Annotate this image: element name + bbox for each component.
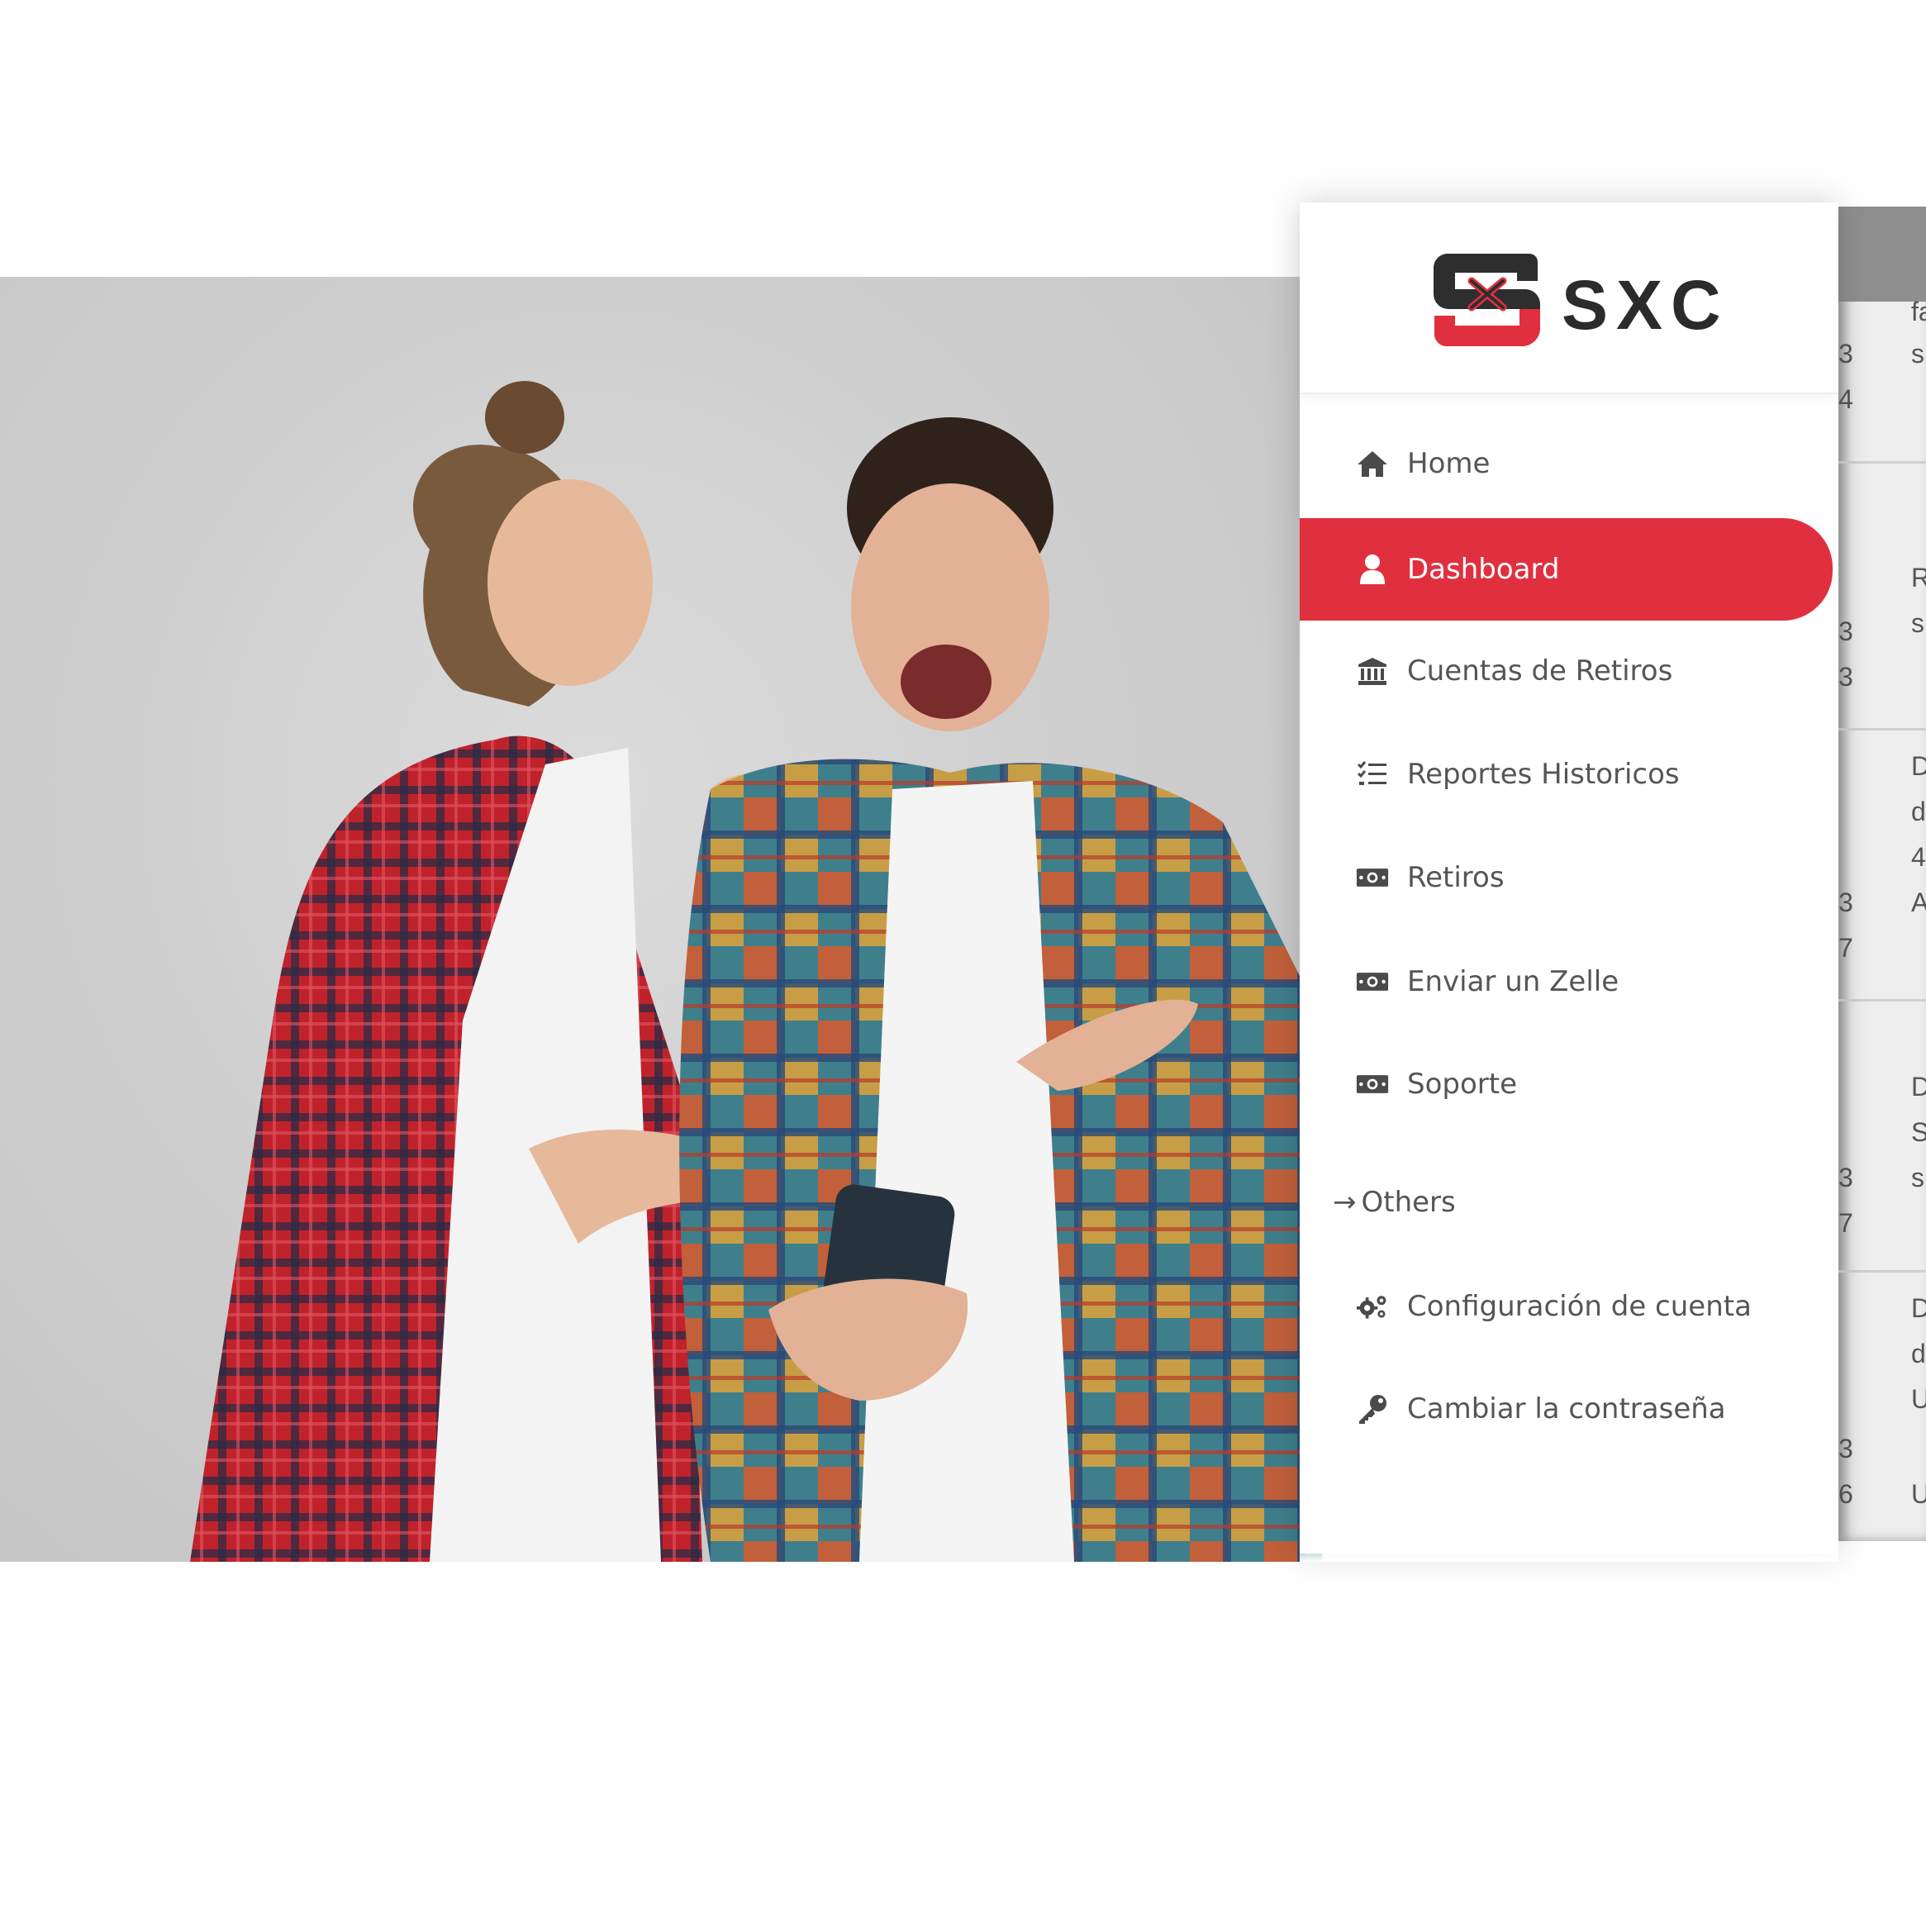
sidebar-item-cuentas-de-retiros[interactable]: Cuentas de Retiros [1300,622,1833,720]
table-cell: U [1911,1479,1926,1509]
home-icon [1356,447,1389,480]
table-cell: 7 [1838,933,1853,963]
table-cell: R [1911,563,1926,592]
sidebar-item-home[interactable]: Home [1300,415,1833,512]
table-cell: 4 [1838,384,1853,414]
key-icon [1356,1392,1389,1425]
sxc-logo-icon [1434,254,1540,346]
arrow-right-icon: → [1333,1186,1357,1219]
table-cell: D [1911,751,1926,781]
table-cell: 3 [1838,1434,1853,1463]
sidebar-item-dashboard[interactable]: Dashboard [1300,518,1833,621]
table-cell: 3 [1838,616,1853,646]
table-row: 3 7 D d 4 A [1838,730,1926,1002]
table-cell: d [1911,797,1926,826]
brand-name: SXC [1562,266,1729,344]
hero-photo [0,277,1322,1562]
table-cell: fa [1911,297,1926,326]
money-icon [1356,965,1389,998]
bank-icon [1356,654,1389,688]
sidebar: SXC Home Dashboard Cuentas de Retiros Re… [1300,202,1838,1541]
table-row: 3 6 D d U U [1838,1273,1926,1541]
table-cell: 3 [1838,1163,1853,1192]
sidebar-item-label: Reportes Historicos [1407,758,1680,791]
sidebar-item-cambiar-contrasena[interactable]: Cambiar la contraseña [1300,1360,1833,1458]
money-icon [1356,861,1389,894]
background-table: 3 4 fa s 3 3 R s 3 7 D d 4 A 3 7 D S s 3… [1838,207,1926,1541]
table-cell: d [1911,1339,1926,1368]
table-cell: U [1911,1384,1926,1414]
sidebar-item-label: Configuración de cuenta [1407,1290,1752,1323]
table-cell: s [1911,339,1924,369]
sidebar-item-label: Retiros [1407,861,1505,894]
table-cell: D [1911,1072,1926,1102]
table-cell: A [1911,887,1926,917]
sidebar-item-label: Cuentas de Retiros [1407,654,1673,688]
table-cell: s [1911,608,1924,638]
sidebar-item-enviar-un-zelle[interactable]: Enviar un Zelle [1300,933,1833,1030]
money-icon [1356,1068,1389,1101]
table-cell: S [1911,1117,1926,1147]
user-icon [1356,553,1389,586]
sidebar-item-label: Enviar un Zelle [1407,965,1619,998]
table-cell: 4 [1911,842,1926,872]
table-cell: 6 [1838,1479,1853,1509]
gears-icon [1356,1290,1389,1323]
people-illustration [190,381,1322,1562]
sidebar-item-label: Home [1407,447,1491,480]
table-row: 3 7 D S s [1838,1002,1926,1273]
sidebar-fade [1300,1529,1838,1562]
table-header [1838,207,1926,302]
sidebar-item-configuracion-de-cuenta[interactable]: Configuración de cuenta [1300,1258,1833,1355]
table-cell: s [1911,1163,1924,1192]
section-title-others: → Others [1333,1186,1456,1219]
checklist-icon [1356,758,1389,791]
table-cell: 3 [1838,339,1853,369]
table-row: 3 4 fa s [1838,297,1926,464]
sidebar-item-soporte[interactable]: Soporte [1300,1035,1833,1133]
table-cell: 7 [1838,1208,1853,1238]
logo-area[interactable]: SXC [1300,202,1838,394]
table-cell: D [1911,1293,1926,1323]
section-title-label: Others [1361,1186,1456,1219]
sidebar-item-label: Cambiar la contraseña [1407,1392,1726,1425]
table-row: 3 3 R s [1838,464,1926,730]
sidebar-item-reportes-historicos[interactable]: Reportes Historicos [1300,726,1833,823]
sidebar-item-label: Dashboard [1407,553,1560,586]
table-cell: 3 [1838,662,1853,692]
table-cell: 3 [1838,887,1853,917]
sidebar-item-retiros[interactable]: Retiros [1300,829,1833,926]
sidebar-item-label: Soporte [1407,1068,1517,1101]
